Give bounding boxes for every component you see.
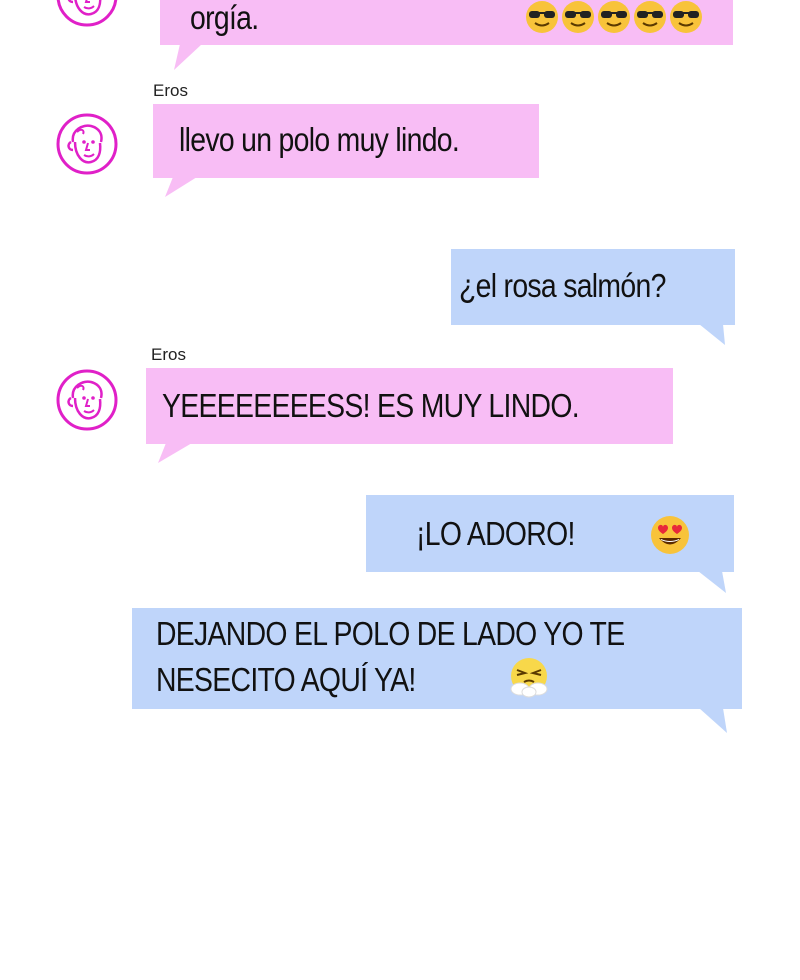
message-bubble: llevo un polo muy lindo.: [153, 104, 539, 178]
message-text: llevo un polo muy lindo.: [179, 121, 460, 158]
message-bubble: ¡LO ADORO!: [366, 495, 734, 572]
message-text: orgía.: [190, 0, 259, 36]
sender-name: Eros: [151, 345, 186, 364]
sunglasses-face-icon: [525, 0, 559, 34]
avatar: [55, 368, 119, 432]
bubble-tail: [699, 708, 727, 733]
message-bubble: orgía.: [160, 0, 733, 45]
message-text: ¿el rosa salmón?: [459, 267, 666, 304]
bubble-tail: [165, 177, 197, 197]
avatar: [55, 0, 119, 28]
emoji-group: [525, 0, 710, 34]
avatar: [55, 112, 119, 176]
message-bubble: YEEEEEEEESS! ES MUY LINDO.: [146, 368, 673, 444]
sunglasses-face-icon: [669, 0, 703, 34]
heart-eyes-face-icon: [650, 515, 690, 555]
message-bubble: ¿el rosa salmón?: [451, 249, 735, 325]
sunglasses-face-icon: [633, 0, 667, 34]
bubble-tail: [158, 443, 192, 463]
steam-nose-face-icon: [508, 657, 550, 699]
message-text-line-1: DEJANDO EL POLO DE LADO YO TE: [156, 615, 625, 652]
bubble-tail: [699, 324, 725, 345]
message-text: ¡LO ADORO!: [416, 515, 575, 552]
bubble-tail: [698, 571, 726, 593]
avatar-face-icon: [56, 113, 118, 175]
sunglasses-face-icon: [597, 0, 631, 34]
sender-name: Eros: [153, 81, 188, 100]
avatar-face-icon: [56, 369, 118, 431]
bubble-tail: [174, 44, 202, 70]
message-text: YEEEEEEEESS! ES MUY LINDO.: [162, 387, 580, 424]
message-text-line-2: NESECITO AQUÍ YA!: [156, 661, 416, 698]
message-bubble: DEJANDO EL POLO DE LADO YO TE NESECITO A…: [132, 608, 742, 709]
avatar-face-icon: [56, 0, 118, 27]
sunglasses-face-icon: [561, 0, 595, 34]
